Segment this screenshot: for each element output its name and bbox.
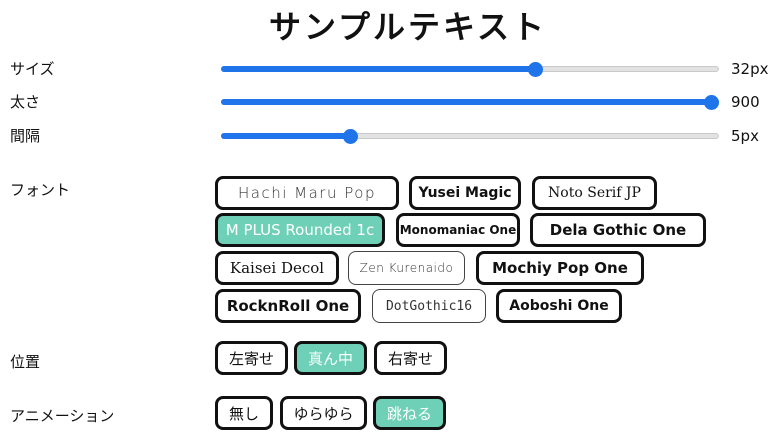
font-option-zen-kurenaido[interactable]: Zen Kurenaido (348, 251, 465, 285)
slider-fill (221, 99, 719, 105)
slider-fill (221, 66, 535, 72)
animation-label: アニメーション (10, 407, 115, 425)
spacing-value: 5px (731, 127, 759, 145)
animation-none-button[interactable]: 無し (215, 396, 273, 430)
font-option-kaisei-decol[interactable]: Kaisei Decol (215, 251, 339, 285)
weight-slider[interactable] (221, 95, 719, 110)
sample-text-preview: サンプルテキスト (268, 8, 548, 46)
font-option-rocknroll-one[interactable]: RocknRoll One (215, 289, 361, 323)
weight-value: 900 (731, 93, 760, 111)
font-option-noto-serif-jp[interactable]: Noto Serif JP (532, 176, 657, 210)
slider-thumb[interactable] (528, 62, 543, 77)
font-option-monomaniac-one[interactable]: Monomaniac One (396, 213, 520, 247)
position-left-button[interactable]: 左寄せ (215, 341, 288, 375)
position-center-button[interactable]: 真ん中 (294, 341, 367, 375)
size-label: サイズ (10, 60, 55, 78)
position-right-button[interactable]: 右寄せ (374, 341, 447, 375)
animation-sway-button[interactable]: ゆらゆら (280, 396, 367, 430)
position-label: 位置 (10, 353, 41, 371)
font-option-aoboshi-one[interactable]: Aoboshi One (496, 289, 622, 323)
font-option-mochiy-pop-one[interactable]: Mochiy Pop One (476, 251, 644, 285)
spacing-label: 間隔 (10, 127, 41, 145)
animation-bounce-button[interactable]: 跳ねる (373, 396, 446, 430)
spacing-slider[interactable] (221, 129, 719, 144)
font-option-hachi-maru-pop[interactable]: Hachi Maru Pop (215, 176, 399, 210)
size-slider[interactable] (221, 62, 719, 77)
slider-fill (221, 133, 350, 139)
font-option-dela-gothic-one[interactable]: Dela Gothic One (530, 213, 706, 247)
slider-thumb[interactable] (343, 129, 358, 144)
font-option-dotgothic16[interactable]: DotGothic16 (372, 289, 486, 323)
weight-label: 太さ (10, 93, 41, 111)
font-label: フォント (10, 181, 71, 199)
slider-thumb[interactable] (704, 95, 719, 110)
text-styler-panel: サンプルテキスト サイズ 32px 太さ 900 間隔 5px フォント Hac… (0, 0, 782, 437)
font-option-m-plus-rounded-1c[interactable]: M PLUS Rounded 1c (215, 213, 385, 247)
font-option-yusei-magic[interactable]: Yusei Magic (409, 176, 521, 210)
size-value: 32px (731, 60, 769, 78)
